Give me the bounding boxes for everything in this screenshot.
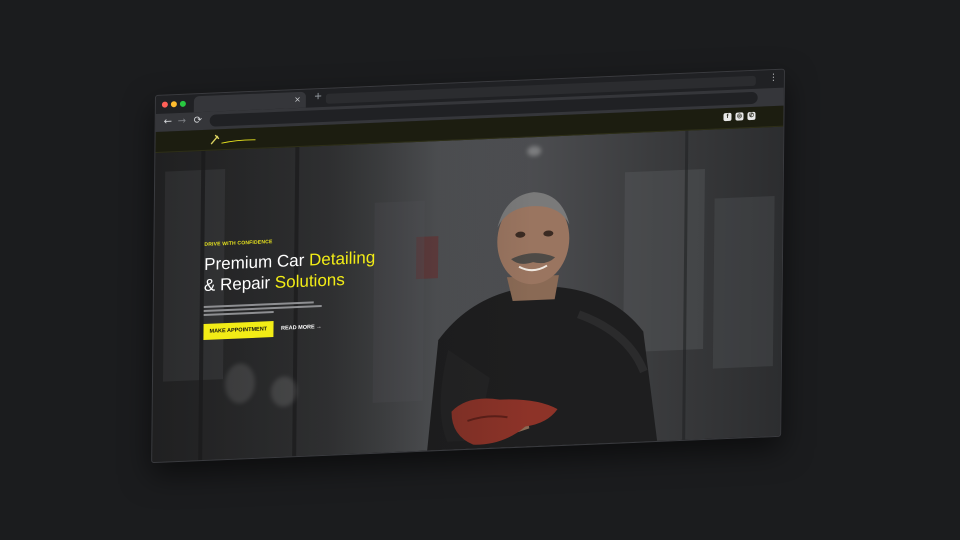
hero-content: DRIVE WITH CONFIDENCE Premium Car Detail… [203,232,434,340]
minimize-window-dot[interactable] [170,101,177,108]
tab-close-icon[interactable]: × [294,94,301,106]
instagram-icon[interactable]: ◎ [735,112,744,121]
hero-title-highlight: Detailing [308,247,376,270]
hero-title-part: Premium Car [204,250,310,274]
text-line-placeholder [203,311,274,316]
browser-window: × + ⋮ ← → ⟳ f ◎ ✆ DRIVE WITH CONFIDENCE … [151,68,785,464]
hero-title-part: & Repair [203,272,275,295]
whatsapp-icon[interactable]: ✆ [747,111,756,121]
hero-title: Premium Car Detailing & Repair Solutions [204,244,434,296]
stage-background: × + ⋮ ← → ⟳ f ◎ ✆ DRIVE WITH CONFIDENCE … [0,0,960,540]
hero-description-placeholder [203,301,324,316]
facebook-icon[interactable]: f [723,112,732,122]
social-links: f ◎ ✆ [723,111,756,122]
maximize-window-dot[interactable] [179,100,186,107]
background-machinery [712,196,775,369]
close-window-dot[interactable] [161,101,168,108]
read-more-link[interactable]: READ MORE → [281,324,322,332]
make-appointment-button[interactable]: MAKE APPOINTMENT [203,321,274,340]
reload-icon[interactable]: ⟳ [194,114,203,128]
hero-title-highlight: Solutions [274,270,345,292]
forward-icon[interactable]: → [178,115,187,129]
browser-menu-icon[interactable]: ⋮ [769,73,778,83]
new-tab-icon[interactable]: + [314,91,323,102]
back-icon[interactable]: ← [164,115,173,129]
hero-section: DRIVE WITH CONFIDENCE Premium Car Detail… [152,125,784,463]
site-logo[interactable] [207,130,267,147]
page-viewport: f ◎ ✆ DRIVE WITH CONFIDENCE Premium Car … [152,105,784,463]
